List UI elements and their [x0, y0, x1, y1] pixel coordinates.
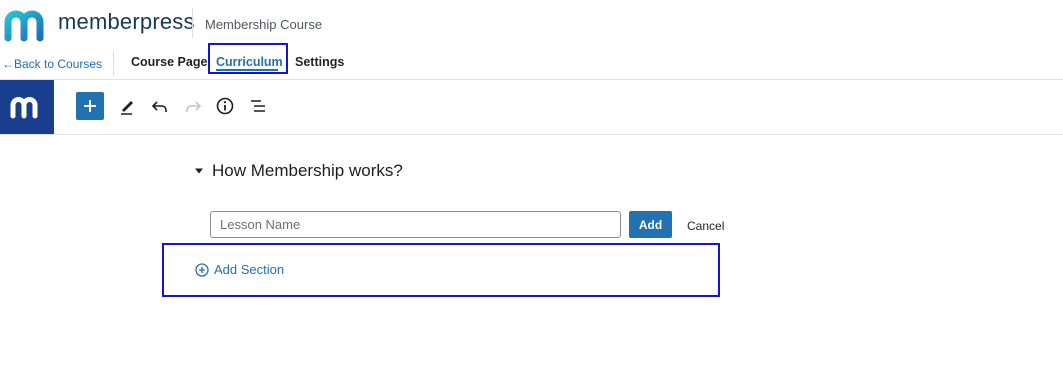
lesson-name-input[interactable] — [210, 211, 621, 238]
section-header: How Membership works? — [194, 161, 403, 181]
redo-button[interactable] — [181, 94, 205, 118]
pencil-icon — [121, 101, 133, 115]
brand-bar: memberpress Membership Course — [0, 0, 1063, 46]
add-section-label: Add Section — [214, 262, 285, 277]
list-view-button[interactable] — [246, 94, 270, 118]
nav-divider — [113, 52, 114, 76]
tab-course-page[interactable]: Course Page — [131, 55, 207, 69]
section-title[interactable]: How Membership works? — [212, 161, 403, 181]
brand-name: memberpress — [58, 9, 195, 34]
curriculum-highlight-box — [208, 43, 288, 74]
undo-button[interactable] — [148, 94, 172, 118]
nav-row: ←Back to Courses Course Page Curriculum … — [0, 46, 1063, 80]
redo-icon — [186, 101, 202, 112]
tab-settings[interactable]: Settings — [295, 55, 344, 69]
add-block-button[interactable] — [76, 92, 104, 120]
cancel-lesson-button[interactable]: Cancel — [687, 219, 724, 233]
plus-circle-icon — [195, 262, 209, 277]
undo-icon — [151, 101, 167, 112]
editor-toolbar — [0, 80, 1063, 135]
memberpress-logo-icon — [4, 10, 44, 42]
edit-tool-button[interactable] — [115, 94, 139, 118]
add-section-button[interactable]: Add Section — [195, 262, 284, 277]
info-icon — [216, 97, 234, 115]
list-view-icon — [251, 100, 265, 112]
memberpress-menu-button[interactable] — [0, 80, 54, 134]
back-to-courses-link[interactable]: ←Back to Courses — [2, 57, 102, 71]
caret-down-icon[interactable] — [194, 166, 204, 176]
add-lesson-button[interactable]: Add — [629, 211, 672, 238]
memberpress-m-icon — [10, 97, 38, 119]
brand-divider — [192, 8, 193, 38]
page-name: Membership Course — [205, 17, 323, 32]
plus-icon — [84, 100, 96, 112]
details-button[interactable] — [213, 94, 237, 118]
